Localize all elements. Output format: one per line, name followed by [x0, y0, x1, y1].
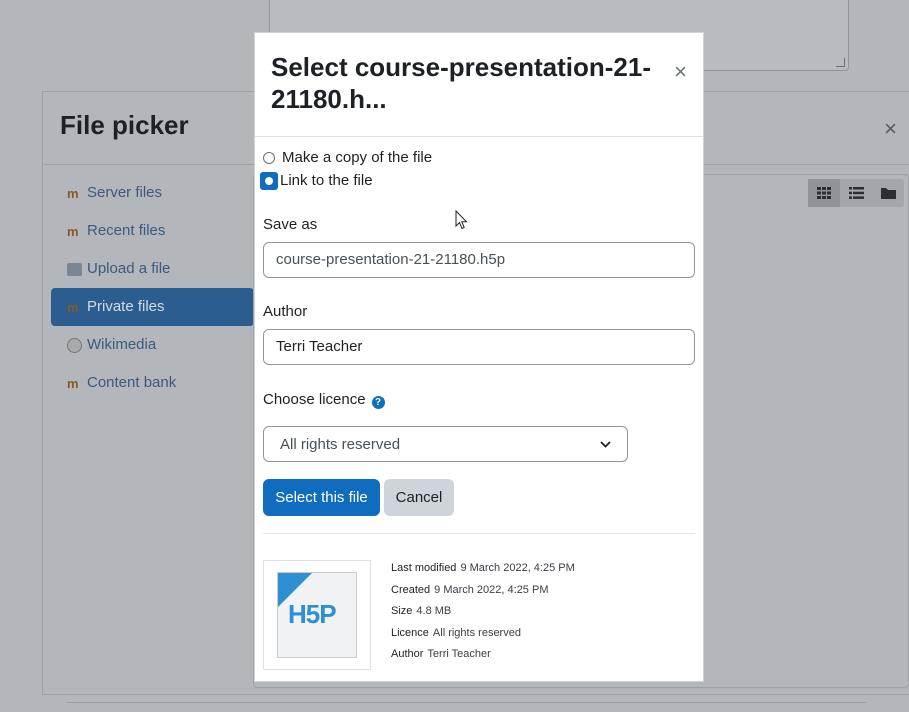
close-icon[interactable]: × [674, 59, 687, 85]
repository-server-files[interactable]: m Server files [51, 174, 254, 212]
resize-grip-icon [836, 58, 845, 67]
meta-key: Last modified [391, 562, 457, 574]
meta-value: 4.8 MB [416, 605, 452, 617]
author-label: Author [263, 303, 308, 320]
select-file-dialog: Select course-presentation-21-21180.h...… [254, 32, 704, 682]
repository-label: Wikimedia [87, 336, 157, 353]
folder-view-icon[interactable] [872, 179, 904, 207]
select-this-file-button[interactable]: Select this file [263, 479, 380, 516]
cancel-button[interactable]: Cancel [384, 479, 454, 516]
meta-value: 9 March 2022, 4:25 PM [460, 562, 575, 574]
repository-label: Server files [87, 184, 163, 201]
repository-recent-files[interactable]: m Recent files [51, 212, 254, 250]
wikimedia-icon [67, 337, 82, 353]
meta-licence: Licence All rights reserved [391, 625, 575, 647]
background-divider [66, 702, 866, 703]
save-as-label: Save as [263, 216, 318, 233]
repository-content-bank[interactable]: m Content bank [51, 364, 254, 402]
meta-size: Size 4.8 MB [391, 603, 575, 625]
meta-author: Author Terri Teacher [391, 646, 575, 668]
h5p-file-icon: H5P [277, 572, 357, 658]
moodle-icon: m [67, 185, 79, 201]
details-divider [263, 533, 695, 534]
dialog-actions: Select this file Cancel [263, 479, 695, 516]
meta-created: Created 9 March 2022, 4:25 PM [391, 582, 575, 604]
dialog-header: Select course-presentation-21-21180.h...… [255, 33, 703, 137]
chevron-down-icon [600, 437, 611, 451]
file-thumbnail: H5P [263, 560, 371, 670]
licence-label-row: Choose licence? [263, 391, 695, 409]
meta-key: Size [391, 605, 413, 617]
help-icon[interactable]: ? [371, 396, 385, 409]
file-picker-close-icon[interactable]: × [884, 116, 897, 142]
meta-key: Licence [391, 626, 429, 639]
copy-radio[interactable] [263, 151, 275, 164]
dialog-body: Make a copy of the file Link to the file… [260, 146, 695, 670]
file-metadata: Last modified 9 March 2022, 4:25 PM Creat… [391, 560, 575, 670]
dialog-title: Select course-presentation-21-21180.h... [271, 52, 652, 114]
repository-label: Content bank [87, 374, 177, 391]
list-view-icon[interactable] [840, 179, 872, 207]
licence-select[interactable]: All rights reserved [263, 426, 628, 462]
meta-value: All rights reserved [432, 626, 521, 639]
grid-view-icon[interactable] [808, 179, 840, 207]
h5p-logo: H5P [288, 599, 337, 629]
mouse-pointer-icon [455, 210, 468, 230]
repository-private-files[interactable]: m Private files [51, 288, 254, 326]
file-picker-title: File picker [60, 110, 189, 140]
repository-label: Private files [87, 298, 165, 315]
moodle-icon: m [67, 223, 79, 239]
licence-label: Choose licence [263, 391, 366, 408]
repository-label: Recent files [87, 222, 166, 239]
meta-value: Terri Teacher [427, 648, 491, 660]
save-as-input[interactable]: course-presentation-21-21180.h5p [263, 242, 695, 278]
licence-selected-value: All rights reserved [280, 435, 401, 453]
upload-icon [67, 262, 82, 276]
meta-key: Created [391, 583, 431, 596]
repository-wikimedia[interactable]: Wikimedia [51, 326, 254, 364]
repository-label: Upload a file [87, 260, 171, 277]
file-details: H5P Last modified 9 March 2022, 4:25 PM C… [263, 560, 695, 670]
copy-option-label: Make a copy of the file [282, 149, 433, 166]
copy-option[interactable]: Make a copy of the file [263, 146, 695, 169]
link-option[interactable]: Link to the file [260, 169, 695, 192]
link-radio[interactable] [260, 171, 278, 190]
moodle-icon: m [67, 299, 79, 315]
moodle-icon: m [67, 375, 79, 391]
meta-value: 9 March 2022, 4:25 PM [434, 583, 549, 596]
file-picker-repository-list: m Server files m Recent files Upload a f… [51, 174, 254, 402]
repository-upload-a-file[interactable]: Upload a file [51, 250, 254, 288]
meta-last-modified: Last modified 9 March 2022, 4:25 PM [391, 560, 575, 582]
meta-key: Author [391, 648, 424, 660]
link-option-label: Link to the file [280, 172, 373, 189]
author-input[interactable]: Terri Teacher [263, 329, 695, 365]
view-switcher [808, 179, 904, 207]
